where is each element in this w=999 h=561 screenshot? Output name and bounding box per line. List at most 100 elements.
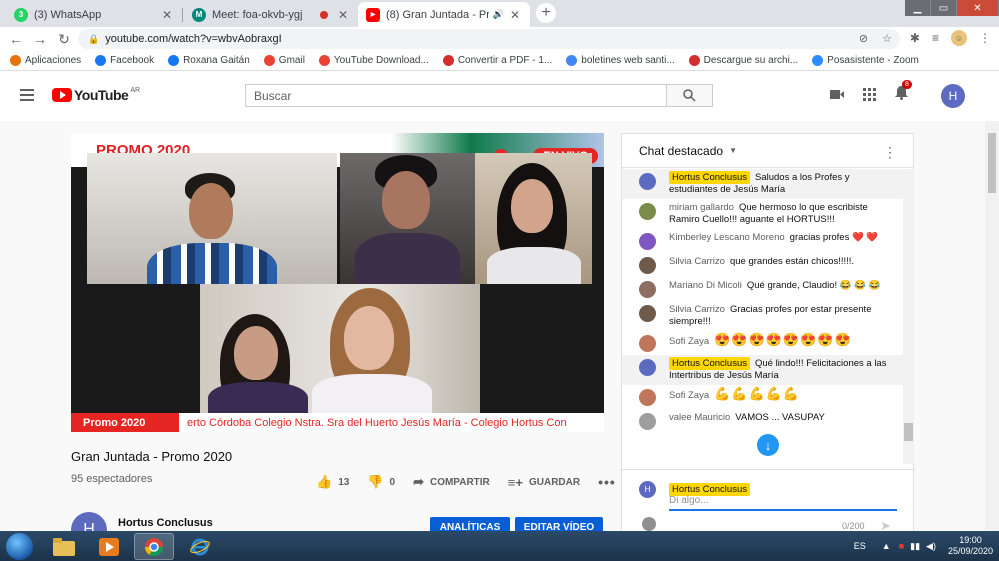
share-button[interactable]: ➦ COMPARTIR [413, 474, 490, 490]
browser-menu-icon[interactable]: ⋮ [979, 31, 991, 45]
back-icon[interactable]: ← [4, 31, 28, 47]
chat-input[interactable]: Di algo... [669, 495, 897, 511]
chat-message[interactable]: Mariano Di Micoli Qué grande, Claudio! 😂 … [622, 277, 904, 301]
bookmark-item[interactable]: Roxana Gaitán [168, 55, 250, 66]
notifications-button[interactable]: 8 [895, 80, 912, 103]
chat-author-avatar[interactable] [639, 359, 656, 376]
input-user-name: Hortus Conclusus [669, 482, 750, 496]
maximize-button[interactable]: ▭ [931, 0, 957, 16]
chat-message[interactable]: Hortus Conclusus Saludos a los Profes y e… [622, 169, 904, 199]
explorer-taskbar-icon[interactable] [44, 533, 84, 560]
bookmark-star-icon[interactable]: ☆ [882, 32, 892, 45]
youtube-logo[interactable]: YouTube AR [52, 87, 140, 103]
new-tab-button[interactable]: + [536, 3, 556, 23]
chat-author-avatar[interactable] [639, 281, 656, 298]
dislike-count: 0 [389, 476, 396, 488]
chat-header[interactable]: Chat destacado ▼ ⋮ [622, 134, 913, 168]
chat-message[interactable]: miriam gallardo Que hermoso lo que escrib… [622, 199, 904, 229]
internet-explorer-icon [190, 538, 210, 555]
hamburger-menu-icon[interactable] [20, 89, 34, 101]
video-player[interactable]: PROMO 2020 EN VIVO Promo 2020 erto Córdo… [71, 133, 604, 432]
chat-author-avatar[interactable] [639, 257, 656, 274]
webcam-tile [200, 284, 480, 413]
forward-icon[interactable]: → [28, 31, 52, 47]
create-video-icon[interactable] [830, 89, 844, 100]
tab-whatsapp[interactable]: 3 (3) WhatsApp ✕ [6, 2, 183, 27]
bookmark-item[interactable]: YouTube Download... [318, 55, 429, 66]
chat-author-name[interactable]: Mariano Di Micoli [669, 280, 742, 291]
address-bar[interactable]: 🔒 youtube.com/watch?v=wbvAobraxgI ⊘ ☆ [78, 29, 900, 49]
chat-author-name[interactable]: Hortus Conclusus [669, 357, 750, 370]
chat-message[interactable]: Hortus Conclusus Qué lindo!!! Felicitacio… [622, 355, 904, 385]
bookmark-item[interactable]: Gmail [263, 55, 305, 66]
ie-taskbar-icon[interactable] [180, 533, 220, 560]
bookmark-item[interactable]: boletines web santi... [566, 55, 675, 66]
chat-author-name[interactable]: Hortus Conclusus [669, 171, 750, 184]
tab-youtube[interactable]: ▶ (8) Gran Juntada - Promo 20 🔊 ✕ [358, 2, 530, 27]
chat-menu-icon[interactable]: ⋮ [883, 144, 897, 161]
chat-author-avatar[interactable] [639, 173, 656, 190]
dislike-button[interactable]: 👎 0 [367, 474, 395, 490]
chat-author-avatar[interactable] [639, 203, 656, 220]
chat-message[interactable]: Sofi Zaya 😍😍😍😍😍😍😍😍 [622, 331, 904, 355]
lock-icon[interactable]: 🔒 [88, 34, 99, 45]
chat-author-name[interactable]: valee Mauricio [669, 412, 730, 423]
chat-message[interactable]: Silvia Carrizo que grandes están chicos!!… [622, 253, 904, 277]
chat-author-name[interactable]: Sofi Zaya [669, 336, 709, 347]
like-button[interactable]: 👍 13 [316, 474, 349, 490]
close-icon[interactable]: ✕ [508, 8, 522, 22]
channel-name[interactable]: Hortus Conclusus [118, 517, 213, 529]
save-button[interactable]: ≡+ GUARDAR [508, 475, 580, 490]
chat-author-name[interactable]: Kimberley Lescano Moreno [669, 232, 785, 243]
reload-icon[interactable]: ↻ [52, 31, 76, 48]
bookmark-favicon-icon [263, 55, 275, 66]
tray-expand-icon[interactable]: ▲ [882, 541, 891, 551]
volume-icon[interactable]: ◀) [926, 541, 936, 552]
chrome-taskbar-icon[interactable] [134, 533, 174, 560]
bookmark-item[interactable]: Descargue su archi... [688, 55, 798, 66]
profile-avatar[interactable]: ☺ [951, 30, 967, 46]
more-actions-icon[interactable]: ••• [598, 474, 616, 490]
chat-author-avatar[interactable] [639, 389, 656, 406]
chat-message[interactable]: Sofi Zaya 💪💪💪💪💪 [622, 385, 904, 409]
bookmark-item[interactable]: Facebook [95, 55, 154, 66]
chat-author-avatar[interactable] [639, 233, 656, 250]
tab-meet[interactable]: M Meet: foa-okvb-ygj ✕ [184, 2, 358, 27]
page-scrollbar[interactable] [985, 121, 999, 531]
account-avatar[interactable]: H [941, 84, 965, 108]
thumbs-up-icon: 👍 [316, 474, 333, 489]
playlist-icon[interactable]: ≡ [932, 31, 939, 45]
close-icon[interactable]: ✕ [336, 8, 350, 22]
apps-grid-icon[interactable] [863, 88, 876, 101]
chat-author-name[interactable]: Sofi Zaya [669, 390, 709, 401]
chat-author-avatar[interactable] [639, 413, 656, 430]
bookmark-item[interactable]: Aplicaciones [10, 55, 81, 66]
chat-message[interactable]: Silvia Carrizo Gracias profes por estar p… [622, 301, 904, 331]
chat-author-name[interactable]: miriam gallardo [669, 202, 734, 213]
media-player-taskbar-icon[interactable] [89, 533, 129, 560]
close-icon[interactable]: ✕ [160, 8, 174, 22]
network-icon[interactable]: ▮▮ [910, 541, 920, 552]
chat-author-name[interactable]: Silvia Carrizo [669, 304, 725, 315]
audio-icon[interactable]: 🔊 [493, 9, 504, 20]
language-indicator[interactable]: ES [854, 541, 866, 551]
chat-author-avatar[interactable] [639, 335, 656, 352]
scroll-down-button[interactable]: ↓ [757, 434, 779, 456]
extensions-icon[interactable]: ✱ [910, 31, 920, 45]
tray-app-icon[interactable]: ■ [899, 541, 904, 551]
search-button[interactable] [666, 84, 713, 107]
chat-author-avatar[interactable] [639, 305, 656, 322]
chat-message[interactable]: valee Mauricio VAMOS ... VASUPAY [622, 409, 904, 433]
window-close-button[interactable]: ✕ [957, 0, 999, 16]
minimize-button[interactable]: ▁ [905, 0, 931, 16]
camera-blocked-icon[interactable]: ⊘ [859, 32, 868, 45]
chat-scrollbar[interactable] [903, 169, 914, 464]
chat-author-name[interactable]: Silvia Carrizo [669, 256, 725, 267]
bookmark-item[interactable]: Posasistente - Zoom [812, 55, 919, 66]
emoji-icon[interactable] [642, 517, 656, 531]
clock[interactable]: 19:00 25/09/2020 [948, 535, 993, 557]
search-input[interactable]: Buscar [245, 84, 666, 107]
start-button[interactable] [6, 533, 33, 560]
bookmark-item[interactable]: Convertir a PDF - 1... [442, 55, 552, 66]
chat-message[interactable]: Kimberley Lescano Moreno gracias profes ❤… [622, 229, 904, 253]
